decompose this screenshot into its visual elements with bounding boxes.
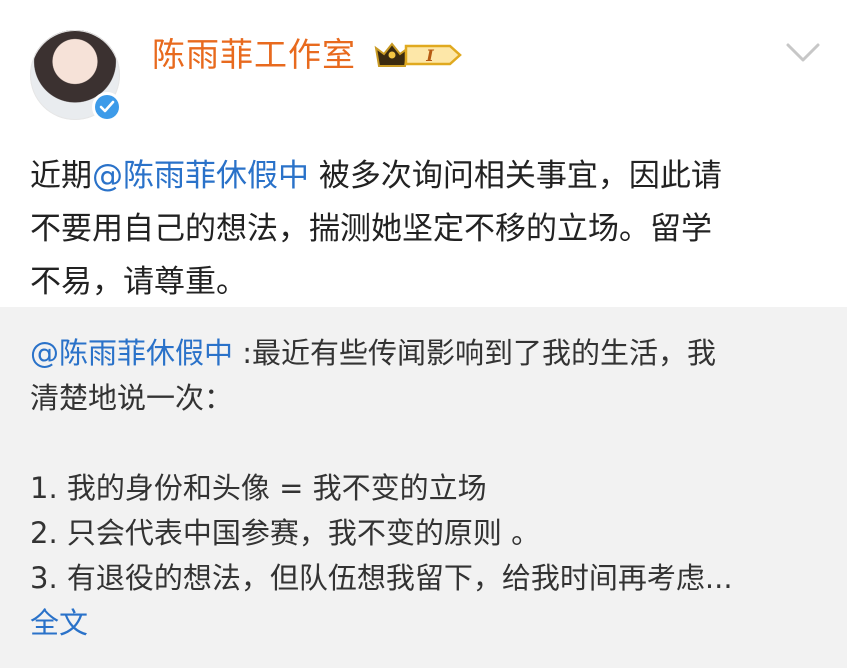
vip-crown-icon[interactable]: I bbox=[372, 38, 464, 72]
post-line-3: 不易，请尊重。 bbox=[30, 264, 247, 300]
verified-badge-icon bbox=[92, 92, 122, 122]
repost-list-item: 2. 只会代表中国参赛，我不变的原则 。 bbox=[30, 516, 541, 550]
repost-body: @陈雨菲休假中 :最近有些传闻影响到了我的生活，我 清楚地说一次： 1. 我的身… bbox=[30, 331, 830, 646]
full-text-link[interactable]: 全文 bbox=[30, 601, 830, 646]
repost-line-1-rest: :最近有些传闻影响到了我的生活，我 bbox=[233, 336, 717, 370]
post-prefix: 近期 bbox=[30, 158, 92, 194]
repost-list-item: 1. 我的身份和头像 = 我不变的立场 bbox=[30, 471, 487, 505]
post-mention-link[interactable]: @陈雨菲休假中 bbox=[92, 158, 309, 194]
repost-line-1: @陈雨菲休假中 :最近有些传闻影响到了我的生活，我 bbox=[30, 331, 830, 376]
author-name[interactable]: 陈雨菲工作室 bbox=[152, 35, 356, 75]
post-header: 陈雨菲工作室 I bbox=[0, 0, 847, 140]
vip-level: I bbox=[425, 46, 434, 65]
repost-mention-link[interactable]: @陈雨菲休假中 bbox=[30, 336, 233, 370]
repost-blank-line bbox=[30, 421, 830, 466]
repost-card[interactable]: @陈雨菲休假中 :最近有些传闻影响到了我的生活，我 清楚地说一次： 1. 我的身… bbox=[0, 307, 847, 668]
repost-list-item: 3. 有退役的想法，但队伍想我留下，给我时间再考虑... bbox=[30, 561, 733, 595]
chevron-down-icon[interactable] bbox=[785, 42, 821, 64]
repost-line-2: 清楚地说一次： bbox=[30, 381, 234, 415]
post-line-2: 不要用自己的想法，揣测她坚定不移的立场。留学 bbox=[30, 211, 712, 247]
post-line-1-rest: 被多次询问相关事宜，因此请 bbox=[309, 158, 722, 194]
post-body: 近期@陈雨菲休假中 被多次询问相关事宜，因此请 不要用自己的想法，揣测她坚定不移… bbox=[30, 150, 820, 309]
post-line-1: 近期@陈雨菲休假中 被多次询问相关事宜，因此请 bbox=[30, 150, 820, 203]
